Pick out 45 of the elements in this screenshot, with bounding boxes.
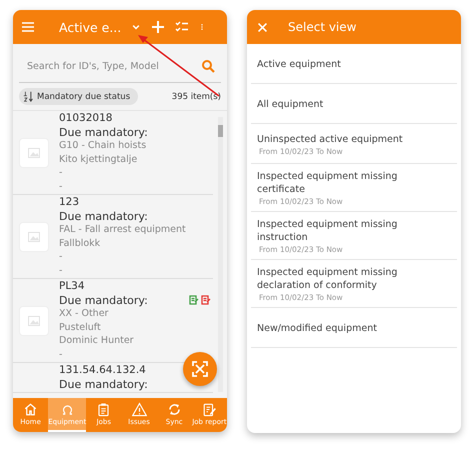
equipment-detail: FAL - Fall arrest equipment <box>59 223 186 236</box>
clipboard-icon <box>96 402 112 417</box>
scan-icon[interactable] <box>192 361 208 377</box>
close-icon[interactable] <box>257 22 268 32</box>
image-placeholder-icon <box>19 138 49 168</box>
view-option[interactable]: Active equipment <box>251 44 457 84</box>
due-label: Due mandatory: <box>59 378 148 391</box>
plus-icon[interactable] <box>151 20 166 34</box>
checklist-icon[interactable] <box>175 20 190 34</box>
sort-icon[interactable] <box>23 91 34 102</box>
equipment-id: 131.54.64.132.4 <box>59 364 147 378</box>
equipment-detail: G10 - Chain hoists <box>59 139 148 152</box>
warning-icon <box>132 402 146 417</box>
equipment-detail: Fallblokk <box>59 236 102 250</box>
sort-chip[interactable]: Mandatory due status <box>19 88 138 105</box>
search-field[interactable]: Search for ID's, Type, Model <box>27 60 201 72</box>
panel-title: Select view <box>288 20 356 34</box>
equipment-detail: - <box>59 264 64 277</box>
menu-icon[interactable] <box>21 20 35 34</box>
view-title: Active e... <box>59 20 122 34</box>
search-icon[interactable] <box>201 59 215 73</box>
equipment-id: 123 <box>59 196 80 210</box>
equipment-detail: - <box>59 348 64 361</box>
due-label: Due mandatory: <box>59 294 148 307</box>
equipment-detail: - <box>59 166 64 180</box>
scrollbar[interactable] <box>218 117 223 392</box>
sync-icon <box>166 402 182 417</box>
equipment-detail: - <box>59 180 64 193</box>
due-label: Due mandatory: <box>59 210 149 223</box>
equipment-detail: Kito kjettingtalje <box>59 152 138 166</box>
home-icon <box>23 402 38 417</box>
view-option[interactable]: All equipment <box>251 84 457 124</box>
document-edit-icon <box>202 402 217 417</box>
image-placeholder-icon <box>19 222 49 252</box>
equipment-detail: XX - Other <box>59 307 110 320</box>
equipment-detail: Pusteluft <box>59 320 102 334</box>
due-label: Due mandatory: <box>59 126 148 139</box>
equipment-detail: - <box>59 250 64 264</box>
equipment-id: 01032018 <box>59 112 114 126</box>
item-count: 395 item(s) <box>172 92 221 102</box>
image-placeholder-icon <box>19 306 49 336</box>
view-option[interactable]: New/modified equipment <box>251 308 457 348</box>
scan-button[interactable] <box>183 352 217 386</box>
equipment-id: PL34 <box>59 280 86 294</box>
equipment-detail: Dominic Hunter <box>59 334 135 348</box>
